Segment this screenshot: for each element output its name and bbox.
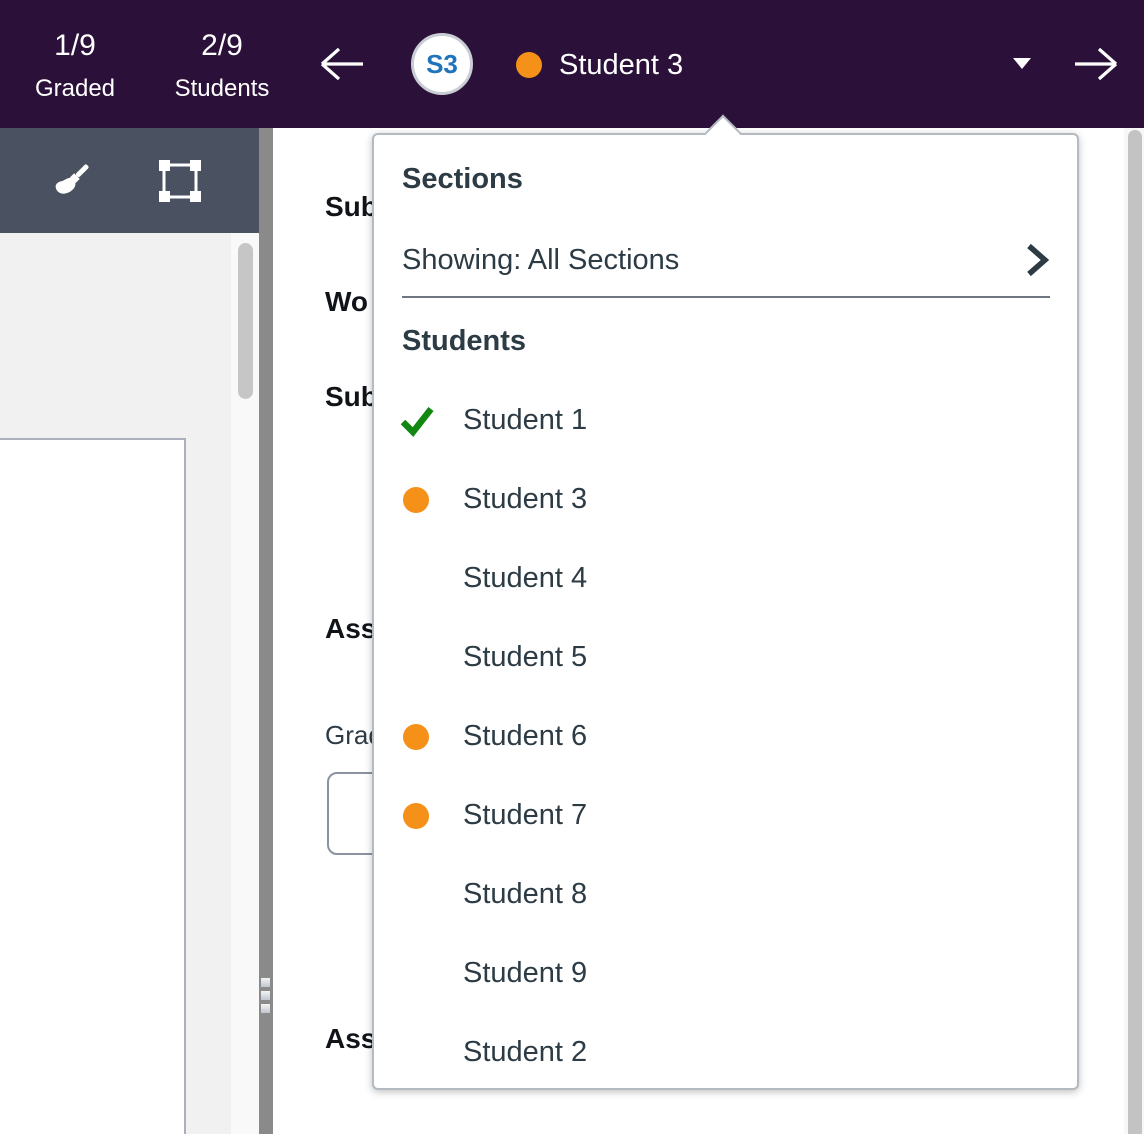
- graded-count: 1/9: [54, 29, 96, 62]
- student-name: Student 3: [463, 483, 588, 515]
- resize-grip-icon: [261, 1004, 270, 1013]
- students-popover: Sections Showing: All Sections Students: [372, 133, 1079, 1090]
- details-heading-clipped: Wo: [325, 286, 369, 317]
- current-student-name[interactable]: Student 3: [559, 49, 683, 82]
- speedgrader-screen: 1/9 Graded 2/9 Students S3 Student 3 Sub…: [0, 0, 1144, 1134]
- student-name: Student 2: [463, 1036, 588, 1068]
- student-status-icon: [400, 879, 432, 911]
- document-viewer-panel: [0, 128, 259, 1134]
- students-header: Students: [402, 325, 527, 357]
- ungraded-dot-icon: [403, 486, 429, 513]
- top-bar: 1/9 Graded 2/9 Students S3 Student 3: [0, 0, 1144, 128]
- student-list-item[interactable]: Student 8: [374, 855, 1077, 934]
- document-scrollbar-thumb[interactable]: [238, 243, 253, 399]
- showing-label: Showing: All Sections: [402, 243, 680, 276]
- student-avatar[interactable]: S3: [411, 33, 473, 95]
- check-icon: [400, 406, 434, 437]
- students-label: Students: [174, 75, 270, 102]
- previous-student-arrow-icon[interactable]: [317, 46, 367, 82]
- student-list-item[interactable]: Student 3: [374, 460, 1077, 539]
- student-list-item[interactable]: Student 9: [374, 934, 1077, 1013]
- student-name: Student 8: [463, 878, 588, 910]
- graded-label: Graded: [34, 75, 116, 102]
- students-count: 2/9: [201, 29, 243, 62]
- student-list-item[interactable]: Student 4: [374, 539, 1077, 618]
- details-heading-clipped: Ass: [325, 613, 377, 644]
- student-status-icon: [400, 1037, 432, 1069]
- panel-resize-divider[interactable]: [259, 128, 273, 1134]
- student-list-item[interactable]: Student 5: [374, 618, 1077, 697]
- student-status-icon: [400, 958, 432, 990]
- student-status-icon: [400, 405, 434, 437]
- student-menu-caret-icon[interactable]: [1013, 58, 1031, 70]
- student-status-icon: [400, 642, 432, 674]
- resize-grip-icon: [261, 978, 270, 987]
- resize-grip-icon: [261, 991, 270, 1000]
- student-name: Student 9: [463, 957, 588, 989]
- student-list: Student 1 Student 3 Student 4 Student 5 …: [374, 381, 1077, 1092]
- showing-all-sections-item[interactable]: Showing: All Sections: [402, 242, 1050, 278]
- page-scrollbar-thumb[interactable]: [1128, 130, 1142, 1134]
- student-list-item[interactable]: Student 7: [374, 776, 1077, 855]
- student-status-icon: [400, 563, 432, 595]
- graded-count-block: 1/9 Graded: [30, 28, 120, 104]
- annotation-toolbar: [0, 128, 259, 233]
- details-heading-clipped: Ass: [325, 1023, 377, 1054]
- students-count-block: 2/9 Students: [162, 28, 282, 104]
- next-student-arrow-icon[interactable]: [1071, 46, 1121, 82]
- selection-tool-icon[interactable]: [156, 157, 204, 205]
- student-name: Student 1: [463, 404, 588, 436]
- submission-document-page: [0, 438, 186, 1134]
- chevron-right-icon: [1027, 243, 1050, 277]
- popover-divider: [402, 296, 1050, 298]
- student-name: Student 6: [463, 720, 588, 752]
- details-heading-clipped: Sub: [325, 191, 378, 222]
- student-list-item[interactable]: Student 6: [374, 697, 1077, 776]
- student-status-icon: [400, 721, 432, 753]
- student-status-icon: [400, 800, 432, 832]
- details-heading-clipped: Sub: [325, 381, 378, 412]
- student-name: Student 4: [463, 562, 588, 594]
- sections-header: Sections: [402, 163, 523, 195]
- student-name: Student 7: [463, 799, 588, 831]
- student-name: Student 5: [463, 641, 588, 673]
- student-list-item[interactable]: Student 1: [374, 381, 1077, 460]
- student-list-item[interactable]: Student 2: [374, 1013, 1077, 1092]
- ungraded-dot-icon: [403, 802, 429, 829]
- student-status-dot-icon: [516, 52, 542, 78]
- ungraded-dot-icon: [403, 723, 429, 750]
- student-status-icon: [400, 484, 432, 516]
- brush-tool-icon[interactable]: [48, 157, 96, 205]
